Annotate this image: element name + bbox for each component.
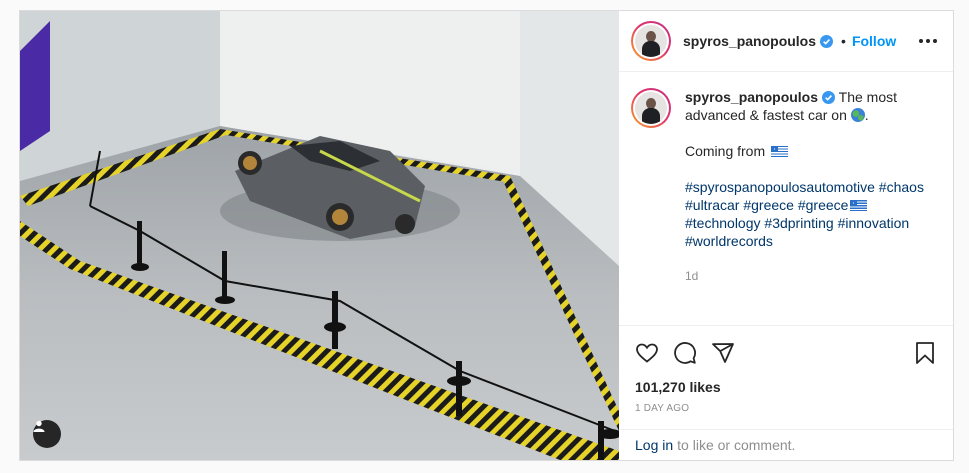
- likes-count[interactable]: 101,270 likes: [619, 379, 953, 399]
- hashtag-link[interactable]: #technology: [685, 215, 761, 231]
- login-rest-text: to like or comment.: [677, 437, 796, 453]
- verified-badge-icon: [820, 34, 834, 48]
- heart-icon[interactable]: [635, 341, 659, 365]
- globe-emoji-icon: [850, 108, 865, 122]
- hashtag-link[interactable]: #3dprinting: [764, 215, 833, 231]
- separator-dot: •: [841, 33, 846, 49]
- post-caption: spyros_panopoulos The most advanced & fa…: [631, 88, 937, 285]
- greece-flag-icon: [850, 200, 868, 211]
- caption-avatar[interactable]: [631, 88, 671, 128]
- username-link[interactable]: spyros_panopoulos: [683, 33, 816, 49]
- share-icon[interactable]: [711, 341, 735, 365]
- post-photo-image: [20, 11, 619, 460]
- caption-username[interactable]: spyros_panopoulos: [685, 89, 818, 105]
- follow-button[interactable]: Follow: [852, 33, 896, 49]
- post-card: spyros_panopoulos • Follow spyros_panopo…: [19, 10, 954, 461]
- login-link[interactable]: Log in: [635, 437, 673, 453]
- user-tag-button[interactable]: [33, 420, 61, 448]
- user-tag-icon: [33, 420, 45, 432]
- avatar[interactable]: [631, 21, 671, 61]
- hashtag-link[interactable]: #chaos: [879, 179, 924, 195]
- greece-flag-icon: [771, 146, 789, 157]
- caption-line-2: Coming from: [685, 143, 766, 159]
- post-sidebar: spyros_panopoulos • Follow spyros_panopo…: [619, 11, 953, 460]
- hashtag-link[interactable]: #ultracar: [685, 197, 739, 213]
- post-date: 1 DAY AGO: [635, 403, 690, 414]
- hashtag-link[interactable]: #innovation: [838, 215, 910, 231]
- comments-section: spyros_panopoulos The most advanced & fa…: [619, 72, 953, 325]
- hashtag-link[interactable]: #spyrospanopoulosautomotive: [685, 179, 875, 195]
- caption-line-1-end: .: [864, 107, 869, 123]
- relative-time: 1d: [685, 269, 699, 283]
- verified-badge-icon: [822, 91, 836, 104]
- bookmark-icon[interactable]: [913, 341, 937, 365]
- post-header: spyros_panopoulos • Follow: [619, 11, 953, 72]
- hashtag-link[interactable]: #greece: [798, 197, 868, 213]
- hashtag-link[interactable]: #worldrecords: [685, 233, 773, 249]
- post-photo[interactable]: [20, 11, 619, 460]
- action-bar: [619, 325, 953, 379]
- comment-icon[interactable]: [673, 341, 697, 365]
- hashtag-list: #spyrospanopoulosautomotive #chaos #ultr…: [685, 178, 925, 250]
- more-options-icon[interactable]: [919, 31, 937, 51]
- hashtag-text: #greece: [797, 197, 849, 213]
- hashtag-link[interactable]: #greece: [743, 197, 794, 213]
- login-prompt: Log in to like or comment.: [619, 429, 953, 460]
